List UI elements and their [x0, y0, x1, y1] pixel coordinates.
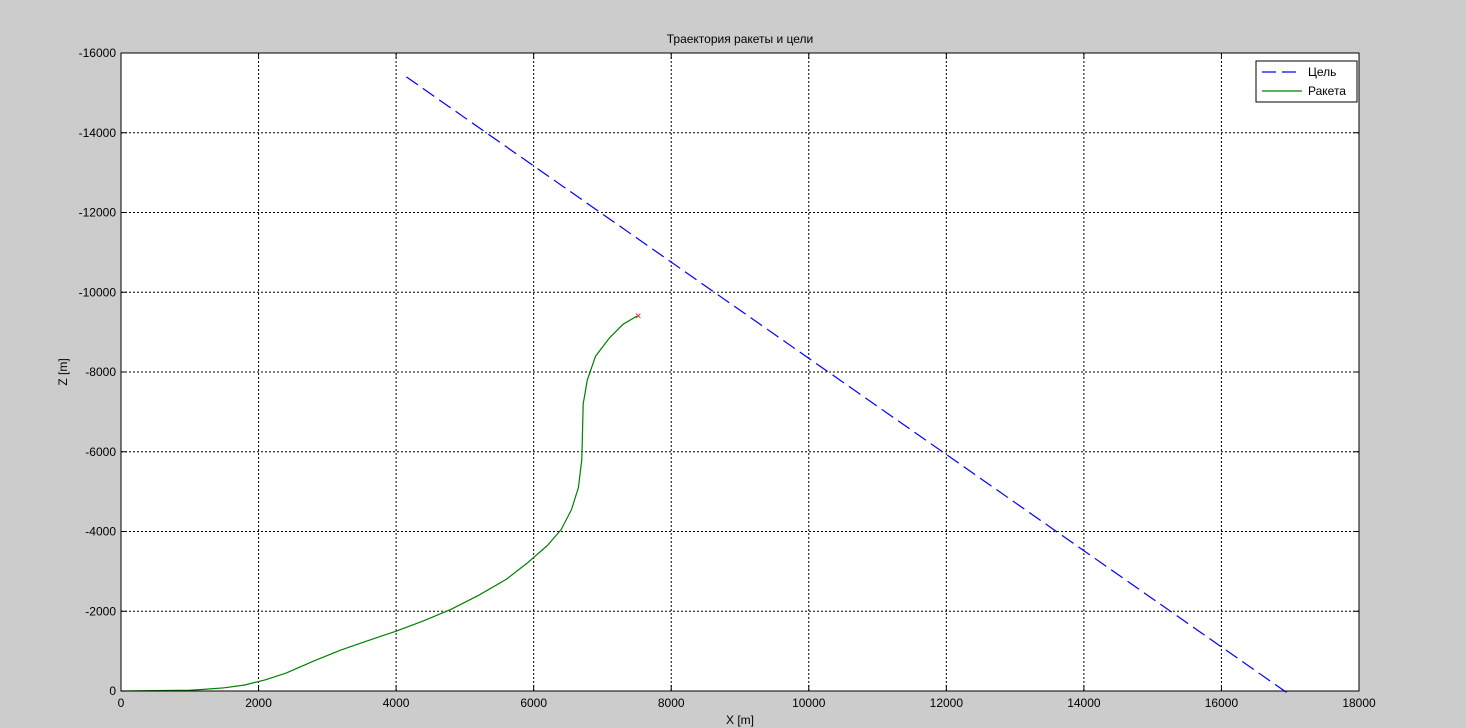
trajectory-figure: × 0 2000 4000 6000 8000 10000 12000 14000 16000 1… — [56, 32, 1376, 727]
legend-label-target: Цель — [1308, 65, 1336, 79]
x-tick-label: 8000 — [658, 696, 685, 710]
x-tick-label: 0 — [118, 696, 125, 710]
y-tick-label: -10000 — [79, 285, 117, 299]
y-tick-label: -12000 — [79, 206, 117, 220]
y-axis-label: Z [m] — [56, 358, 70, 385]
x-axis-label: X [m] — [726, 713, 754, 727]
legend-label-missile: Ракета — [1308, 84, 1346, 98]
legend: Цель Ракета — [1255, 60, 1358, 103]
x-tick-label: 14000 — [1067, 696, 1101, 710]
x-tick-label: 2000 — [245, 696, 272, 710]
y-tick-label: -2000 — [85, 604, 116, 618]
missile-end-marker: × — [635, 310, 641, 322]
x-tick-label: 12000 — [930, 696, 964, 710]
x-tick-label: 4000 — [383, 696, 410, 710]
x-tick-label: 18000 — [1342, 696, 1376, 710]
y-tick-label: -6000 — [85, 445, 116, 459]
chart-title: Траектория ракеты и цели — [667, 32, 814, 46]
y-tick-label: 0 — [109, 684, 116, 698]
y-tick-label: -4000 — [85, 525, 116, 539]
y-tick-label: -8000 — [85, 365, 116, 379]
y-tick-label: -16000 — [79, 46, 117, 60]
x-tick-label: 10000 — [792, 696, 826, 710]
x-tick-label: 6000 — [520, 696, 547, 710]
x-tick-label: 16000 — [1205, 696, 1239, 710]
y-tick-label: -14000 — [79, 126, 117, 140]
